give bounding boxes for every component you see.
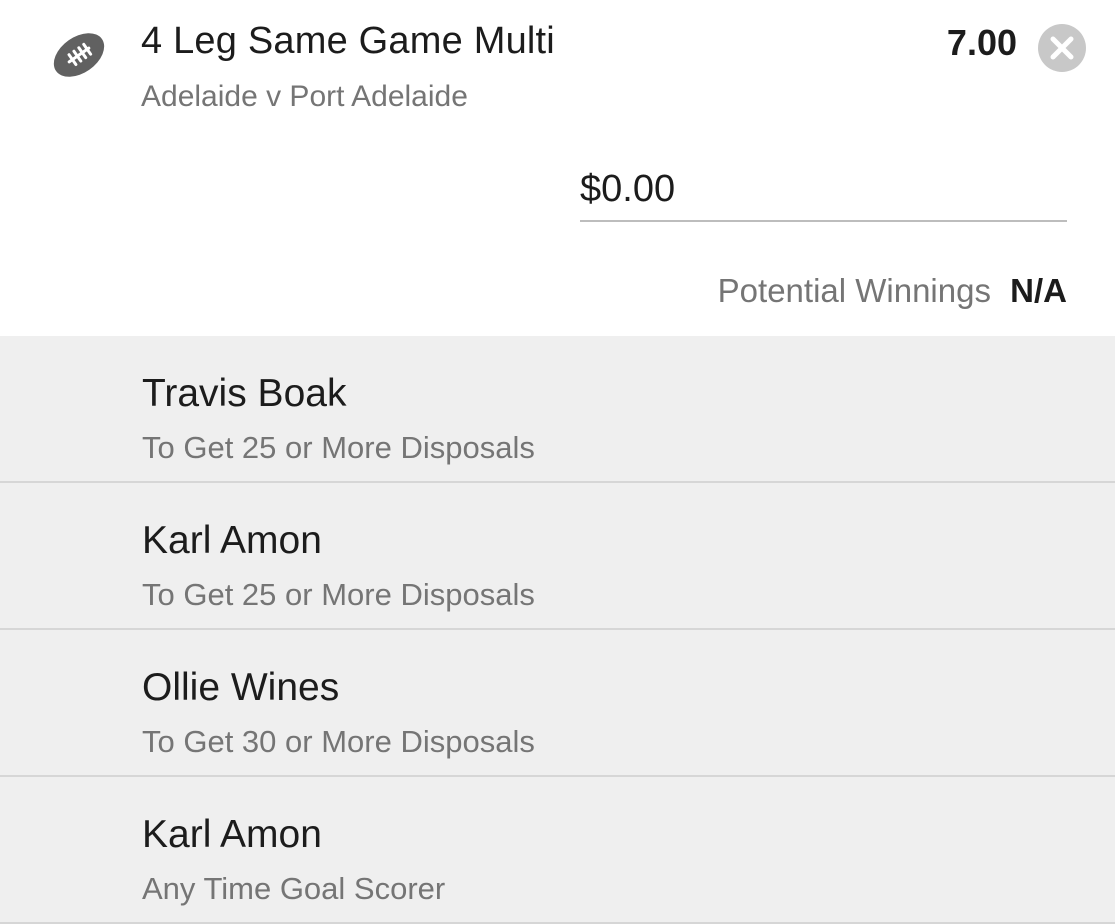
potential-winnings-value: N/A xyxy=(1010,272,1067,309)
potential-winnings-label: Potential Winnings xyxy=(717,272,991,309)
leg-market: To Get 25 or More Disposals xyxy=(142,577,535,612)
leg-market: To Get 30 or More Disposals xyxy=(142,724,535,759)
bet-title: 4 Leg Same Game Multi xyxy=(141,20,555,62)
remove-bet-button[interactable] xyxy=(1038,24,1086,72)
leg-player-name: Travis Boak xyxy=(142,372,347,415)
leg-market: To Get 25 or More Disposals xyxy=(142,430,535,465)
stake-value: $0.00 xyxy=(580,168,676,210)
legs-list: Travis Boak To Get 25 or More Disposals … xyxy=(0,336,1115,924)
football-icon xyxy=(50,26,108,84)
close-icon xyxy=(1050,36,1074,60)
leg-player-name: Karl Amon xyxy=(142,813,322,856)
leg-item: Karl Amon To Get 25 or More Disposals xyxy=(0,483,1115,630)
bet-header: 4 Leg Same Game Multi Adelaide v Port Ad… xyxy=(0,0,1115,336)
match-name: Adelaide v Port Adelaide xyxy=(141,80,468,113)
leg-market: Any Time Goal Scorer xyxy=(142,871,446,906)
bet-slip-item: 4 Leg Same Game Multi Adelaide v Port Ad… xyxy=(0,0,1115,924)
leg-item: Karl Amon Any Time Goal Scorer xyxy=(0,777,1115,924)
stake-input[interactable]: $0.00 xyxy=(580,160,1067,222)
leg-item: Ollie Wines To Get 30 or More Disposals xyxy=(0,630,1115,777)
bet-odds: 7.00 xyxy=(946,22,1017,63)
leg-player-name: Karl Amon xyxy=(142,519,322,562)
leg-player-name: Ollie Wines xyxy=(142,666,340,709)
potential-winnings: Potential Winnings N/A xyxy=(718,272,1067,310)
leg-item: Travis Boak To Get 25 or More Disposals xyxy=(0,336,1115,483)
